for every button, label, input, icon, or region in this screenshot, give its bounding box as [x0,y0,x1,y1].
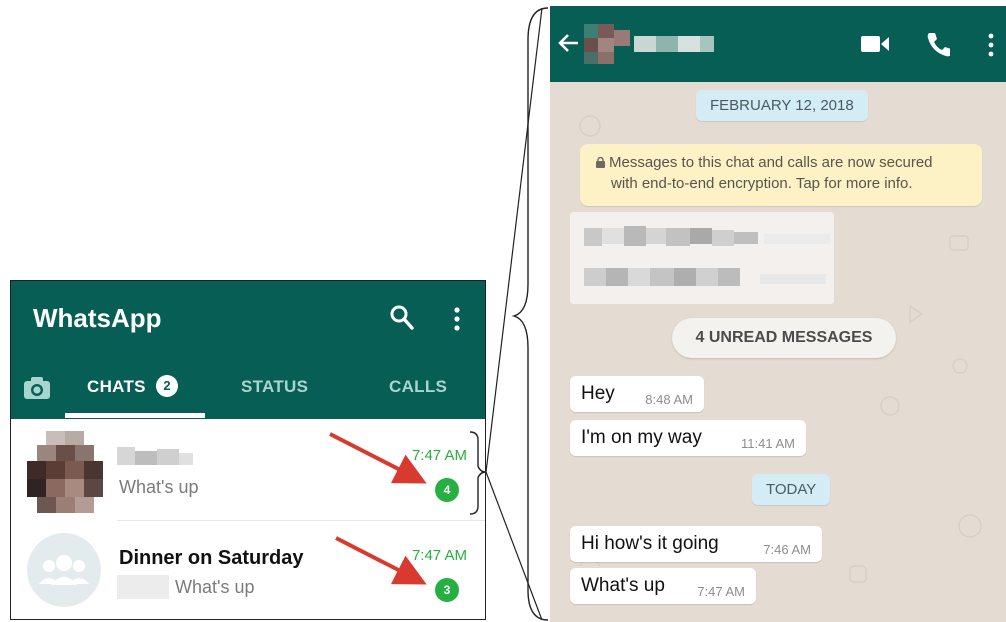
encryption-notice[interactable]: Messages to this chat and calls are now … [580,144,982,206]
callout-line [485,7,543,473]
date-separator: TODAY [752,474,831,505]
chats-unread-badge: 2 [156,375,178,397]
large-brace [511,7,549,621]
message-text: I'm on my way [581,427,702,448]
group-icon [39,555,89,585]
unread-count-badge: 3 [435,578,459,602]
search-icon[interactable] [389,303,415,331]
unread-count-badge: 4 [435,478,459,502]
date-separator: FEBRUARY 12, 2018 [696,90,868,121]
active-tab-indicator [65,413,205,418]
message-time: 7:47 AM [697,584,745,599]
chat-last-message: What's up [175,577,255,597]
more-vert-icon[interactable] [986,32,996,58]
chat-last-message: What's up [119,477,199,497]
more-vert-icon[interactable] [451,305,463,333]
unread-messages-separator: 4 UNREAD MESSAGES [672,318,896,358]
encryption-notice-line2: with end-to-end encryption. Tap for more… [611,175,913,192]
redacted-message [570,212,834,304]
chat-time: 7:47 AM [411,547,467,564]
message-text: What's up [581,575,665,596]
group-avatar [27,533,101,607]
message-bubble[interactable]: I'm on my way 11:41 AM [570,420,806,456]
message-bubble[interactable]: Hey 8:48 AM [570,376,704,412]
lock-icon [596,157,605,168]
tab-calls[interactable]: CALLS [389,377,447,397]
conversation-header [550,6,1006,82]
app-header: WhatsApp CHATS 2 STATUS CALLS [11,281,485,419]
chat-name: Dinner on Saturday [119,547,304,569]
message-bubble[interactable]: What's up 7:47 AM [570,568,756,604]
message-time: 8:48 AM [645,392,693,407]
contact-header-redacted[interactable] [584,24,716,64]
message-text: Hi how's it going [581,533,719,554]
avatar [27,431,103,513]
app-title: WhatsApp [33,303,162,333]
sender-name-redacted [117,575,169,599]
back-arrow-icon[interactable] [558,32,580,54]
video-call-icon[interactable] [860,34,890,54]
chat-row[interactable]: Dinner on Saturday What's up 7:47 AM 3 [11,521,485,619]
chat-row[interactable]: What's up 7:47 AM 4 [11,421,485,521]
tab-status[interactable]: STATUS [241,377,308,397]
phone-icon[interactable] [924,31,950,57]
encryption-notice-line1: Messages to this chat and calls are now … [609,154,933,171]
conversation-screen: FEBRUARY 12, 2018 Messages to this chat … [550,6,1006,622]
chat-time: 7:47 AM [411,447,467,464]
callout-line [485,471,543,621]
chat-list-screen: WhatsApp CHATS 2 STATUS CALLS What's up … [10,280,486,620]
message-text: Hey [581,383,615,404]
message-time: 7:46 AM [763,542,811,557]
camera-icon[interactable] [23,376,51,400]
message-bubble[interactable]: Hi how's it going 7:46 AM [570,526,822,562]
tab-chats[interactable]: CHATS [87,377,146,397]
contact-name-redacted [117,447,193,465]
message-time: 11:41 AM [741,436,795,451]
